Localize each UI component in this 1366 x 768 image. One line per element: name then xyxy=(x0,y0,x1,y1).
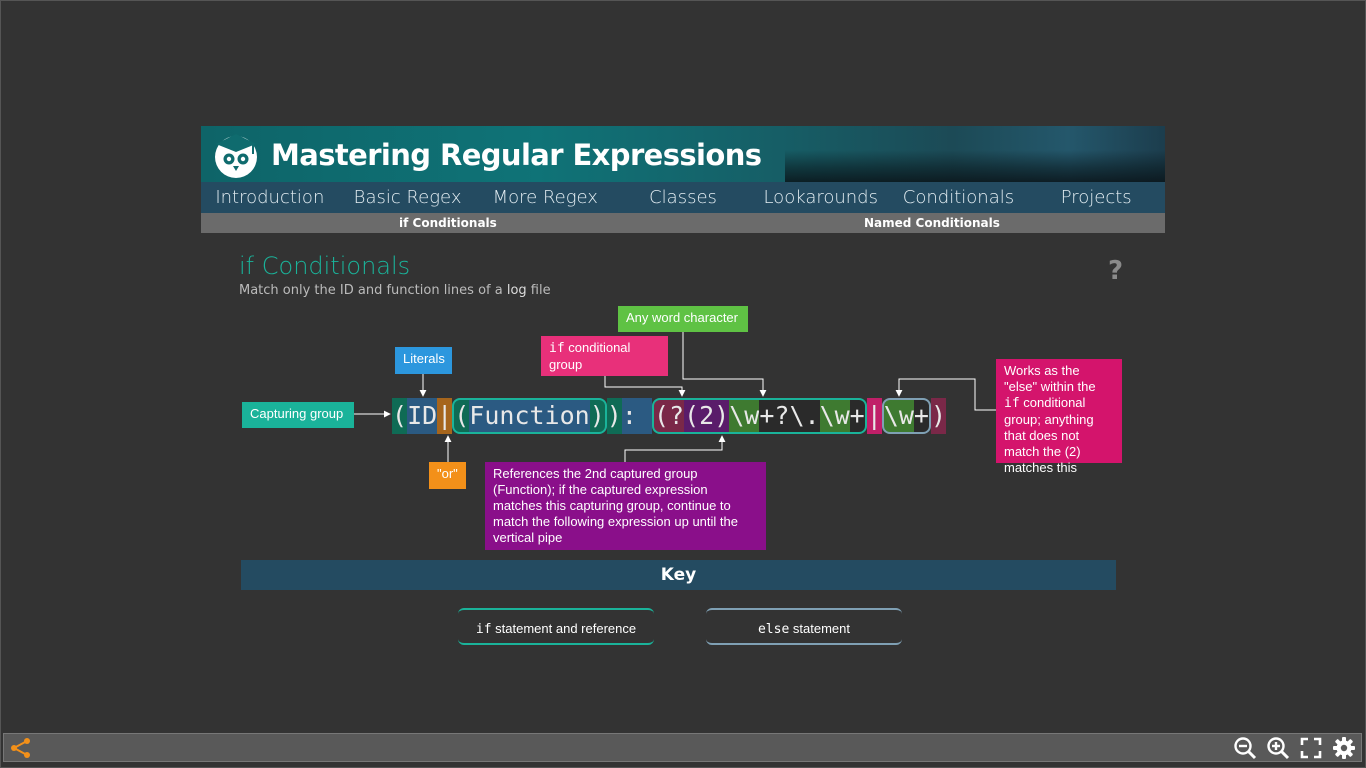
or-label: "or" xyxy=(429,462,466,489)
regex-word-char-2: \w xyxy=(819,398,850,434)
key-if-code: if xyxy=(475,622,492,637)
else-if-code: if xyxy=(1004,396,1020,411)
regex-open-paren: ( xyxy=(392,398,408,434)
key-else-text: statement xyxy=(789,621,850,636)
literals-label: Literals xyxy=(395,347,452,374)
share-icon[interactable] xyxy=(9,736,33,760)
bottom-toolbar xyxy=(3,733,1362,762)
callout-connectors xyxy=(354,332,996,462)
regex-quantifier-plus: + xyxy=(849,398,867,434)
regex-else-plus: + xyxy=(913,398,931,434)
regex-backreference: (2) xyxy=(684,398,730,434)
key-else-statement: else statement xyxy=(706,608,902,645)
regex-inner-close-paren: ) xyxy=(589,398,607,434)
key-if-text: statement and reference xyxy=(491,621,637,636)
if-conditional-group-label: if conditional group xyxy=(541,336,668,376)
regex-literal-space xyxy=(636,398,652,434)
key-else-code: else xyxy=(757,622,790,637)
zoom-out-icon[interactable] xyxy=(1233,736,1257,760)
capturing-group-label: Capturing group xyxy=(242,402,354,428)
regex-expression: ( ID | ( Function ) ) : (? (2) \w +?\. \… xyxy=(392,398,947,434)
if-code: if xyxy=(549,341,565,356)
regex-word-char-1: \w xyxy=(729,398,760,434)
regex-literal-function: Function xyxy=(469,398,590,434)
regex-quantifier-dot: +?\. xyxy=(759,398,820,434)
else-explanation-label: Works as the "else" within the if condit… xyxy=(996,359,1122,475)
zoom-in-icon[interactable] xyxy=(1266,736,1290,760)
regex-inner-open-paren: ( xyxy=(452,398,470,434)
regex-conditional-close: ) xyxy=(930,398,947,434)
key-if-statement: if statement and reference xyxy=(458,608,654,645)
regex-literal-colon: : xyxy=(621,398,637,434)
else-pre-text: Works as the "else" within the xyxy=(1004,363,1096,394)
regex-literal-id: ID xyxy=(407,398,438,434)
reference-explanation-label: References the 2nd captured group (Funct… xyxy=(485,462,766,550)
regex-close-paren: ) xyxy=(606,398,622,434)
settings-icon[interactable] xyxy=(1332,736,1356,760)
regex-word-char-else: \w xyxy=(881,398,914,434)
any-word-label: Any word character xyxy=(618,306,748,332)
fullscreen-icon[interactable] xyxy=(1299,736,1323,760)
key-title-bar: Key xyxy=(241,560,1116,590)
regex-else-pipe: | xyxy=(866,398,882,434)
regex-conditional-open: (? xyxy=(651,398,685,434)
regex-or-pipe: | xyxy=(437,398,453,434)
